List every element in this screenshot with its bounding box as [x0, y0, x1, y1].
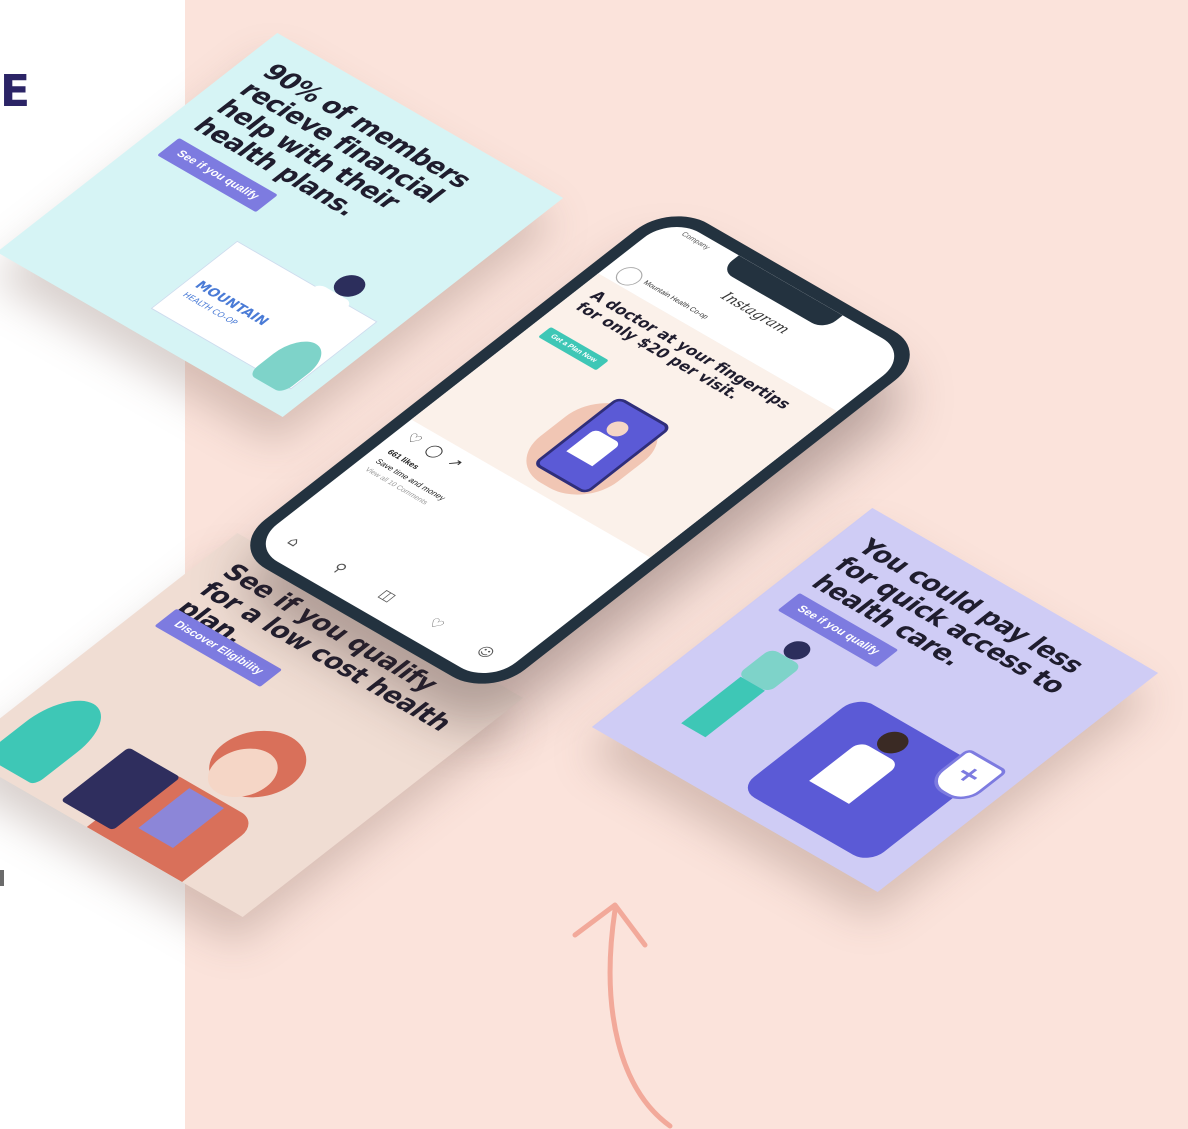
- camera-icon[interactable]: ◫: [374, 587, 399, 604]
- heart-icon[interactable]: ♡: [401, 431, 425, 448]
- home-icon[interactable]: ⌂: [283, 535, 304, 550]
- edge-mark: [0, 870, 4, 886]
- mockup-stage: E 90% of members recieve financial help …: [0, 0, 1188, 1129]
- get-a-plan-now-button[interactable]: Get a Plan Now: [538, 326, 609, 371]
- edge-letter: E: [0, 66, 31, 117]
- search-icon[interactable]: ⚲: [328, 561, 350, 577]
- comment-icon[interactable]: ◯: [421, 442, 448, 460]
- curved-arrow-icon: [572, 902, 673, 1129]
- status-bar-carrier: Company: [679, 231, 712, 251]
- profile-icon[interactable]: ☺: [472, 644, 498, 662]
- share-icon[interactable]: ↗: [443, 455, 467, 471]
- heart-icon[interactable]: ♡: [423, 616, 447, 633]
- patient-pants-illustration: [681, 676, 765, 738]
